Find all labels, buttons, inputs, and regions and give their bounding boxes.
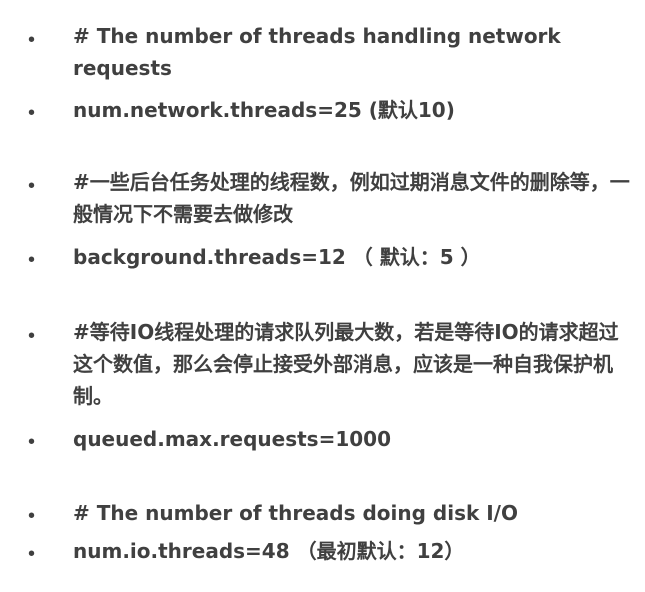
bullet: • — [28, 431, 36, 453]
comment-network-threads: # The number of threads handling network… — [73, 24, 561, 80]
setting-io-threads: num.io.threads=48 （最初默认：12） — [73, 539, 465, 563]
bullet: • — [28, 543, 36, 565]
setting-queued-max-requests: queued.max.requests=1000 — [73, 427, 392, 451]
comment-background-threads: #一些后台任务处理的线程数，例如过期消息文件的删除等，一般情况下不需要去做修改 — [73, 170, 630, 226]
setting-network-threads: num.network.threads=25 (默认10) — [73, 98, 455, 122]
bullet: • — [28, 175, 36, 197]
comment-queued-requests: #等待IO线程处理的请求队列最大数，若是等待IO的请求超过这个数值，那么会停止接… — [73, 320, 619, 408]
bullet: • — [28, 325, 36, 347]
bullet: • — [28, 505, 36, 527]
comment-io-threads: # The number of threads doing disk I/O — [73, 501, 518, 525]
bullet: • — [28, 249, 36, 271]
setting-background-threads: background.threads=12 （ 默认：5 ） — [73, 245, 481, 269]
bullet: • — [28, 102, 36, 124]
document-page: • # The number of threads handling netwo… — [0, 0, 645, 592]
bullet: • — [28, 29, 36, 51]
